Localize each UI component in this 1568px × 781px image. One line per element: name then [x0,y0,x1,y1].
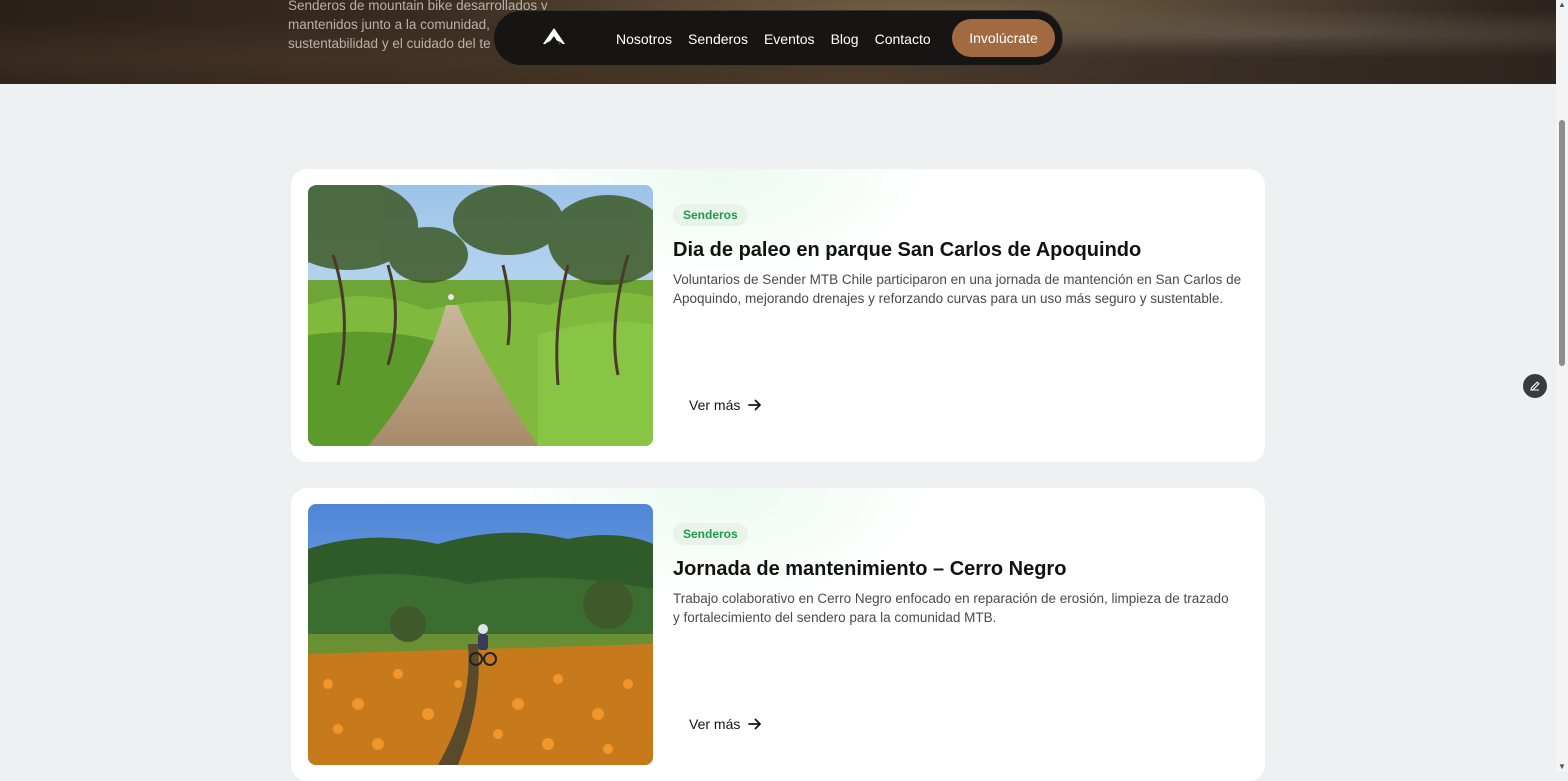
edit-pencil-icon[interactable] [1523,374,1547,398]
nav-link-contacto[interactable]: Contacto [875,31,931,47]
post-image[interactable] [308,504,653,765]
nav-link-eventos[interactable]: Eventos [764,31,815,47]
top-navigation: Nosotros Senderos Eventos Blog Contacto … [493,10,1063,66]
nav-link-blog[interactable]: Blog [831,31,859,47]
ver-mas-link[interactable]: Ver más [689,716,762,732]
arrow-right-icon [748,399,762,411]
category-badge: Senderos [673,204,748,226]
ver-mas-label: Ver más [689,716,741,732]
post-description: Voluntarios de Sender MTB Chile particip… [673,270,1253,308]
nav-link-nosotros[interactable]: Nosotros [616,31,672,47]
post-card: Senderos Dia de paleo en parque San Carl… [291,169,1265,462]
ver-mas-label: Ver más [689,397,741,413]
post-image[interactable] [308,185,653,446]
post-card: Senderos Jornada de mantenimiento – Cerr… [291,488,1265,781]
mountain-logo-icon[interactable] [542,27,566,47]
category-badge: Senderos [673,523,748,545]
scroll-down-icon[interactable]: ▼ [1558,763,1566,771]
scroll-up-icon[interactable]: ▲ [1558,1,1566,9]
post-title[interactable]: Dia de paleo en parque San Carlos de Apo… [673,239,1141,262]
nav-links: Nosotros Senderos Eventos Blog Contacto [616,11,947,67]
post-description-line: y fortalecimiento del sendero para la co… [673,610,997,625]
ver-mas-link[interactable]: Ver más [689,397,762,413]
post-description-line: Trabajo colaborativo en Cerro Negro enfo… [673,591,1229,606]
scrollbar-thumb[interactable] [1559,120,1565,366]
post-description-line: Voluntarios de Sender MTB Chile particip… [673,272,1242,287]
arrow-right-icon [748,718,762,730]
involucrate-button[interactable]: Involúcrate [952,19,1055,57]
post-title[interactable]: Jornada de mantenimiento – Cerro Negro [673,558,1066,581]
vertical-scrollbar[interactable]: ▲ ▼ [1556,0,1568,772]
nav-link-senderos[interactable]: Senderos [688,31,748,47]
post-description: Trabajo colaborativo en Cerro Negro enfo… [673,589,1253,627]
post-description-line: Apoquindo, mejorando drenajes y reforzan… [673,291,1224,306]
